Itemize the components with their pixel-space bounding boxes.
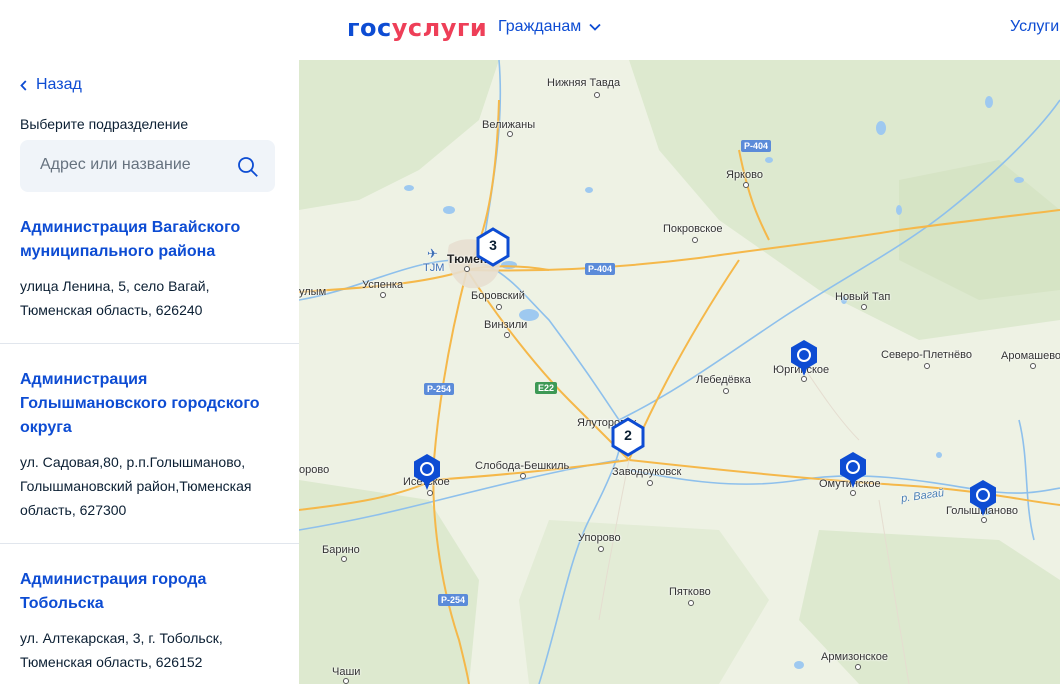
- top-header: госуслуги Гражданам Услуги: [0, 0, 1060, 60]
- place-label: Заводоуковск: [612, 466, 682, 478]
- place-dot: [380, 292, 386, 298]
- map-pin-icon: [970, 480, 996, 516]
- cluster-count: 3: [489, 237, 497, 253]
- map-pin-marker[interactable]: [968, 478, 998, 518]
- back-label: Назад: [36, 76, 82, 93]
- division-address: ул. Садовая,80, р.п.Голышманово, Голышма…: [20, 454, 252, 518]
- select-division-label: Выберите подразделение: [20, 116, 189, 132]
- list-item[interactable]: Администрация Вагайского муниципального …: [0, 216, 299, 344]
- place-label: Лебедёвка: [696, 374, 751, 386]
- place-label: Упорово: [578, 532, 621, 544]
- place-label: Барино: [322, 544, 360, 556]
- place-label: Слобода-Бешкиль: [475, 460, 570, 472]
- place-label: Ярково: [726, 169, 763, 181]
- cluster-count: 2: [624, 427, 632, 443]
- nav-services-link[interactable]: Услуги: [1010, 18, 1059, 36]
- place-label: Боровский: [471, 290, 525, 302]
- place-dot: [924, 363, 930, 369]
- chevron-left-icon: [20, 79, 27, 91]
- map-cluster-marker[interactable]: 2: [610, 417, 646, 457]
- sidebar-panel: Назад Выберите подразделение Администрац…: [0, 60, 299, 684]
- airport-icon: ✈: [427, 246, 438, 261]
- map-pin-icon: [791, 340, 817, 376]
- search-icon[interactable]: [237, 156, 259, 178]
- map-pin-icon: [414, 454, 440, 490]
- airport-label: TJM: [423, 262, 445, 274]
- nav-citizens-dropdown[interactable]: Гражданам: [498, 18, 601, 36]
- map-pin-icon: [840, 452, 866, 488]
- place-dot: [507, 131, 513, 137]
- search-box: [20, 140, 275, 192]
- place-dot: [692, 237, 698, 243]
- map-pin-marker[interactable]: [838, 450, 868, 490]
- place-label: Покровское: [663, 223, 723, 235]
- map-cluster-marker[interactable]: 3: [475, 227, 511, 267]
- place-label: Новый Тап: [835, 291, 891, 303]
- road-shield: Р-404: [741, 140, 772, 152]
- place-dot: [647, 480, 653, 486]
- division-address: ул. Алтекарская, 3, г. Тобольск, Тюменск…: [20, 630, 223, 670]
- place-dot: [850, 490, 856, 496]
- place-dot: [723, 388, 729, 394]
- place-dot: [688, 600, 694, 606]
- place-dot: [598, 546, 604, 552]
- search-input[interactable]: [38, 155, 232, 175]
- place-dot: [1030, 363, 1036, 369]
- place-label: Нижняя Тавда: [547, 77, 621, 89]
- nav-citizens-label: Гражданам: [498, 18, 582, 35]
- place-label: Армизонское: [821, 651, 888, 663]
- place-label: Аромашево: [1001, 350, 1060, 362]
- place-dot: [464, 266, 470, 272]
- place-label: Чаши: [332, 666, 361, 678]
- place-dot: [594, 92, 600, 98]
- place-label: Северо-Плетнёво: [881, 349, 972, 361]
- map-pin-marker[interactable]: [412, 452, 442, 492]
- place-dot: [520, 473, 526, 479]
- back-button[interactable]: Назад: [20, 76, 82, 94]
- list-item[interactable]: Администрация города Тобольска ул. Алтек…: [0, 568, 299, 684]
- chevron-down-icon: [589, 23, 601, 31]
- place-dot: [341, 556, 347, 562]
- place-dot: [504, 332, 510, 338]
- road-shield: Р-254: [438, 594, 469, 606]
- division-address: улица Ленина, 5, село Вагай, Тюменская о…: [20, 278, 210, 318]
- place-label: Пятково: [669, 586, 711, 598]
- gosuslugi-logo[interactable]: госуслуги: [347, 14, 487, 42]
- place-label: Винзили: [484, 319, 528, 331]
- division-title[interactable]: Администрация Голышмановского городского…: [20, 368, 270, 440]
- map-pin-marker[interactable]: [789, 338, 819, 378]
- place-dot: [743, 182, 749, 188]
- place-dot: [861, 304, 867, 310]
- place-dot: [496, 304, 502, 310]
- place-label: Успенка: [362, 279, 404, 291]
- road-shield: Р-404: [585, 263, 616, 275]
- division-title[interactable]: Администрация Вагайского муниципального …: [20, 216, 270, 264]
- road-shield: Е22: [535, 382, 558, 394]
- place-label: орово: [299, 464, 330, 476]
- division-title[interactable]: Администрация города Тобольска: [20, 568, 270, 616]
- place-dot: [343, 678, 349, 684]
- map-view[interactable]: Р-404 Р-404 Р-254 Е22 Р-254 ✈ TJM Нижняя…: [299, 60, 1060, 684]
- place-label: улым: [299, 286, 327, 298]
- place-label: Велижаны: [482, 119, 536, 131]
- road-shield: Р-254: [424, 383, 455, 395]
- place-dot: [855, 664, 861, 670]
- list-item[interactable]: Администрация Голышмановского городского…: [0, 368, 299, 544]
